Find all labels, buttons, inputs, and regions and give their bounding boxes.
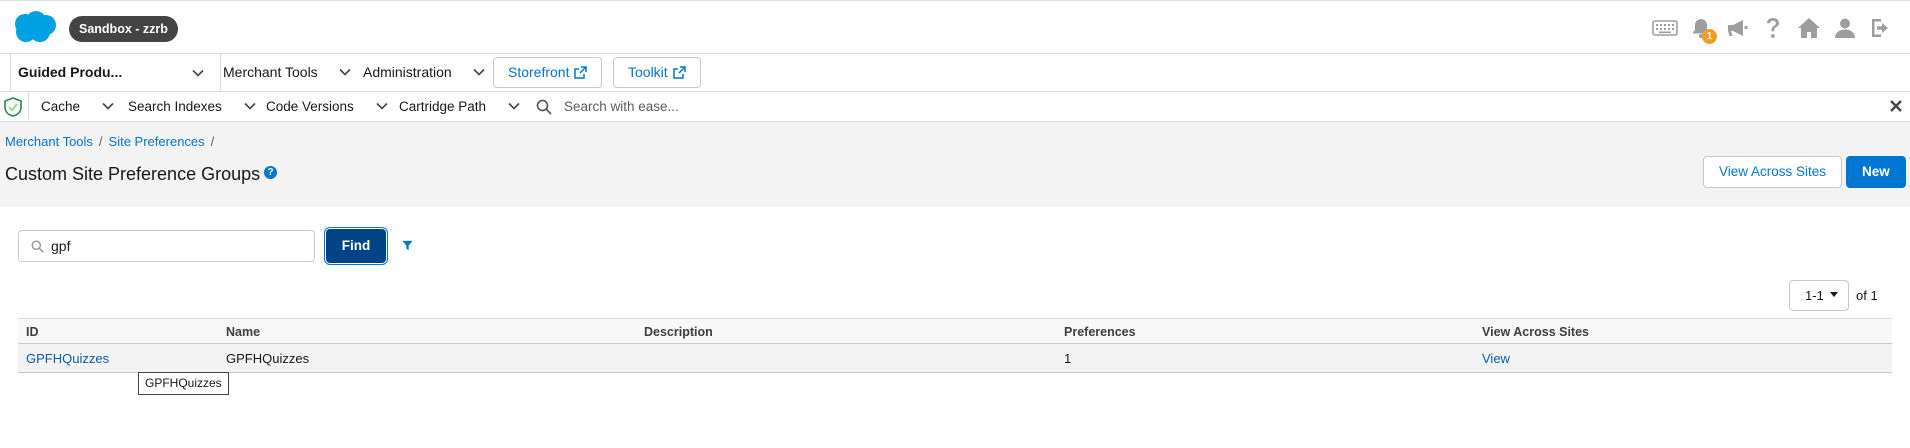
chevron-down-icon — [102, 102, 114, 110]
column-header-preferences[interactable]: Preferences — [1064, 319, 1136, 345]
developer-toolbar: Cache Search Indexes Code Versions Cartr… — [0, 92, 1910, 122]
nav-merchant-tools[interactable]: Merchant Tools — [223, 54, 352, 91]
chevron-down-icon — [473, 68, 485, 76]
app-name: Guided Produ... — [18, 64, 123, 80]
toolbar-search-indexes[interactable]: Search Indexes — [128, 92, 257, 121]
toolbar-divider — [28, 92, 29, 121]
preference-groups-table: ID Name Description Preferences View Acr… — [18, 318, 1892, 373]
utility-icons: 1 — [1652, 13, 1894, 44]
find-button[interactable]: Find — [326, 229, 386, 263]
logout-icon[interactable] — [1868, 15, 1894, 41]
home-icon[interactable] — [1796, 15, 1822, 41]
column-header-id[interactable]: ID — [26, 319, 39, 345]
breadcrumb: Merchant Tools / Site Preferences / — [5, 134, 220, 149]
toolbar-search-input[interactable]: Search with ease... — [564, 92, 679, 122]
pagination-range: 1-1 — [1805, 288, 1824, 303]
breadcrumb-separator: / — [98, 134, 103, 149]
shield-icon[interactable] — [3, 97, 23, 117]
bell-icon[interactable]: 1 — [1688, 15, 1717, 44]
page-header: Merchant Tools / Site Preferences / Custom … — [0, 122, 1910, 207]
toolbar-item-label: Search Indexes — [128, 99, 222, 114]
chevron-down-icon — [508, 102, 520, 110]
toolbar-cartridge-path[interactable]: Cartridge Path — [399, 92, 521, 121]
search-input-value: gpf — [51, 238, 71, 254]
keyboard-icon[interactable] — [1652, 15, 1678, 41]
column-header-description[interactable]: Description — [644, 319, 713, 345]
user-icon[interactable] — [1832, 15, 1858, 41]
row-preferences-count: 1 — [1064, 351, 1072, 366]
help-icon[interactable]: ? — [264, 166, 277, 179]
nav-administration[interactable]: Administration — [363, 54, 486, 91]
breadcrumb-site-preferences[interactable]: Site Preferences — [109, 134, 205, 149]
pagination-select[interactable]: 1-1 — [1789, 280, 1849, 311]
toolbar-cache[interactable]: Cache — [41, 92, 115, 121]
toolbar-item-label: Cartridge Path — [399, 99, 487, 114]
close-icon[interactable] — [1888, 98, 1904, 114]
table-row: GPFHQuizzes GPFHQuizzes 1 View — [18, 344, 1892, 373]
column-header-name[interactable]: Name — [226, 319, 260, 345]
row-id-link[interactable]: GPFHQuizzes — [26, 344, 109, 373]
sandbox-badge: Sandbox - zzrb — [69, 16, 178, 42]
toolkit-label: Toolkit — [628, 64, 668, 80]
pagination-total: of 1 — [1856, 288, 1878, 303]
breadcrumb-merchant-tools[interactable]: Merchant Tools — [5, 134, 93, 149]
page-title: Custom Site Preference Groups — [5, 164, 261, 184]
nav-item-label: Administration — [363, 64, 452, 80]
chevron-down-icon — [376, 102, 388, 110]
column-header-view-across-sites[interactable]: View Across Sites — [1482, 319, 1589, 345]
external-link-icon — [574, 66, 588, 79]
notification-count-badge: 1 — [1702, 29, 1717, 44]
app-switcher[interactable]: Guided Produ... — [10, 54, 221, 91]
row-name: GPFHQuizzes — [226, 351, 310, 366]
nav-item-label: Merchant Tools — [223, 64, 318, 80]
external-link-icon — [672, 66, 686, 79]
toolkit-button[interactable]: Toolkit — [613, 57, 701, 88]
storefront-label: Storefront — [508, 64, 570, 80]
search-input[interactable]: gpf — [18, 230, 315, 262]
breadcrumb-separator: / — [210, 134, 215, 149]
salesforce-logo-icon[interactable] — [10, 10, 58, 44]
new-button[interactable]: New — [1846, 156, 1906, 188]
toolbar-item-label: Code Versions — [266, 99, 354, 114]
row-view-link[interactable]: View — [1482, 344, 1510, 373]
toolbar-code-versions[interactable]: Code Versions — [266, 92, 389, 121]
toolbar-item-label: Cache — [41, 99, 81, 114]
app-navigation: Guided Produ... Merchant Tools Administr… — [0, 54, 1910, 92]
chevron-down-icon — [339, 68, 351, 76]
megaphone-icon[interactable] — [1724, 15, 1750, 41]
caret-down-icon — [1830, 292, 1838, 297]
chevron-down-icon — [244, 102, 256, 110]
view-across-sites-button[interactable]: View Across Sites — [1703, 156, 1843, 188]
chevron-down-icon — [192, 69, 204, 77]
search-icon — [31, 240, 44, 253]
storefront-button[interactable]: Storefront — [493, 57, 603, 88]
help-icon[interactable] — [1760, 15, 1786, 41]
tooltip: GPFHQuizzes — [138, 372, 229, 395]
table-header: ID Name Description Preferences View Acr… — [18, 318, 1892, 344]
search-icon — [536, 99, 552, 115]
global-header: Sandbox - zzrb 1 — [0, 0, 1910, 54]
filter-icon[interactable] — [402, 240, 413, 251]
